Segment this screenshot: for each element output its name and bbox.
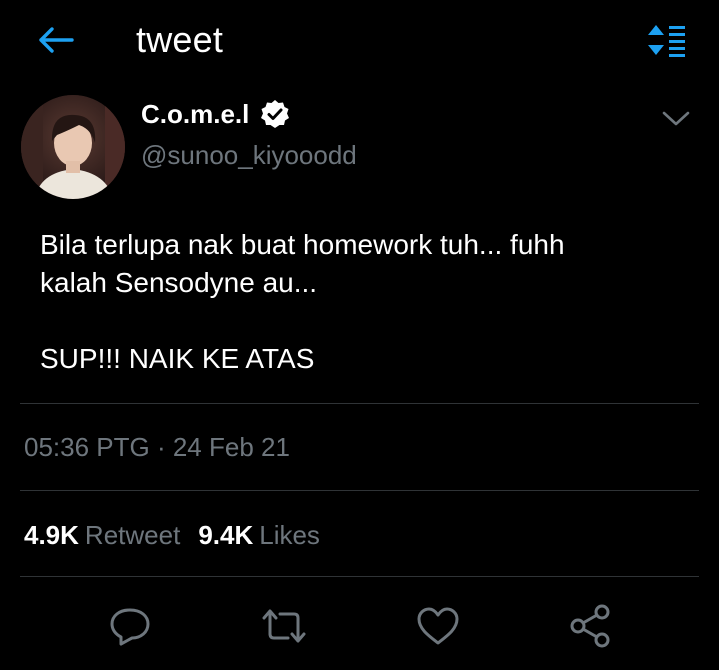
- tweet-stats: 4.9K Retweet 9.4K Likes: [24, 518, 320, 552]
- tweet-timestamp[interactable]: 05:36 PTG · 24 Feb 21: [24, 430, 290, 464]
- tweet-text-line: kalah Sensodyne au...: [40, 267, 318, 298]
- reply-button[interactable]: [104, 600, 156, 652]
- arrow-left-icon: [39, 27, 74, 53]
- like-label[interactable]: Likes: [259, 518, 320, 552]
- retweet-icon: [262, 609, 306, 643]
- sort-button[interactable]: [642, 16, 692, 64]
- verified-badge-icon: [259, 98, 291, 130]
- divider: [20, 576, 699, 577]
- sort-icon: [648, 25, 685, 57]
- tweet-text-line: SUP!!! NAIK KE ATAS: [40, 343, 315, 374]
- retweet-count[interactable]: 4.9K: [24, 518, 79, 552]
- display-name-text: C.o.m.e.l: [141, 99, 250, 129]
- share-icon: [570, 604, 610, 648]
- like-count[interactable]: 9.4K: [198, 518, 253, 552]
- retweet-button[interactable]: [258, 600, 310, 652]
- page-title: tweet: [136, 19, 224, 60]
- divider: [20, 490, 699, 491]
- like-button[interactable]: [412, 600, 464, 652]
- author-display-name[interactable]: C.o.m.e.l: [141, 97, 291, 131]
- chevron-down-icon: [662, 111, 690, 126]
- back-button[interactable]: [30, 18, 82, 62]
- reply-icon: [110, 608, 150, 646]
- top-app-bar: tweet: [0, 0, 719, 82]
- author-handle[interactable]: @sunoo_kiyooodd: [141, 138, 357, 172]
- tweet-text-line: Bila terlupa nak buat homework tuh... fu…: [40, 229, 565, 260]
- share-button[interactable]: [565, 600, 617, 652]
- tweet-text: Bila terlupa nak buat homework tuh... fu…: [40, 226, 690, 378]
- retweet-label[interactable]: Retweet: [85, 518, 180, 552]
- more-options-button[interactable]: [658, 104, 694, 134]
- divider: [20, 403, 699, 404]
- like-icon: [417, 607, 459, 645]
- avatar[interactable]: [21, 95, 125, 199]
